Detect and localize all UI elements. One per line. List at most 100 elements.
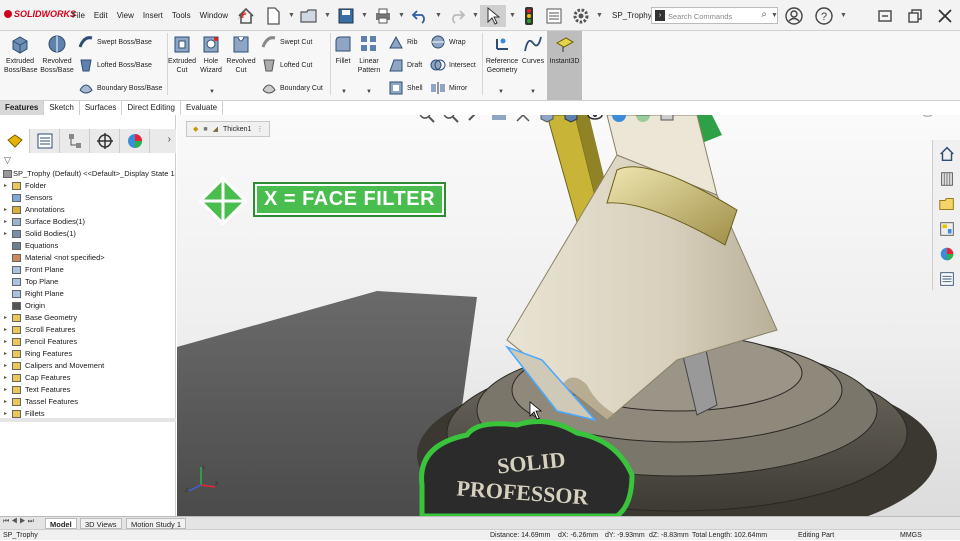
- scroll-first-icon[interactable]: ⏮ ◀ ▶ ⏭: [3, 518, 34, 526]
- tab-evaluate[interactable]: Evaluate: [181, 101, 224, 116]
- redo-icon[interactable]: [446, 5, 468, 27]
- tree-item[interactable]: Equations: [0, 240, 176, 252]
- expand-chevron-icon[interactable]: ▸: [4, 384, 7, 396]
- viewport-restore-icon[interactable]: ⧉: [903, 115, 911, 118]
- tree-item[interactable]: Top Plane: [0, 276, 176, 288]
- undo-dropdown-icon[interactable]: ▼: [435, 12, 442, 19]
- tree-item[interactable]: ▸ Surface Bodies(1): [0, 216, 176, 228]
- open-icon[interactable]: [298, 5, 320, 27]
- breadcrumb[interactable]: ◆ ■ ◢ Thicken1 ⋮: [186, 121, 271, 137]
- expand-chevron-icon[interactable]: ▸: [4, 396, 7, 408]
- redo-dropdown-icon[interactable]: ▼: [472, 12, 479, 19]
- tree-item[interactable]: ▸ Solid Bodies(1): [0, 228, 176, 240]
- curves-button[interactable]: Curves: [520, 33, 546, 66]
- help-icon[interactable]: ?: [813, 5, 835, 27]
- feature-breadcrumb-icon[interactable]: ◢: [213, 125, 218, 133]
- user-account-icon[interactable]: [783, 5, 805, 27]
- design-library-icon[interactable]: [937, 169, 957, 189]
- save-dropdown-icon[interactable]: ▼: [361, 12, 368, 19]
- close-icon[interactable]: [934, 5, 956, 27]
- view-settings-icon[interactable]: [657, 115, 677, 125]
- hide-show-items-icon[interactable]: [585, 115, 605, 125]
- tree-item[interactable]: ▸ Text Features: [0, 384, 176, 396]
- hole-wizard-button[interactable]: Hole Wizard: [197, 33, 225, 75]
- curves-dropdown-icon[interactable]: ▼: [530, 89, 536, 95]
- tab-features[interactable]: Features: [0, 101, 45, 116]
- maximize-icon[interactable]: [904, 5, 926, 27]
- boundary-boss-button[interactable]: Boundary Boss/Base: [78, 78, 162, 98]
- lofted-boss-button[interactable]: Lofted Boss/Base: [78, 55, 152, 75]
- graphics-area[interactable]: SOLID PROFESSOR ◆ ■ ◢ Thicken1 ⋮ X = FAC…: [177, 115, 960, 516]
- status-units[interactable]: MMGS: [900, 530, 922, 541]
- dynamic-annotation-icon[interactable]: [513, 115, 533, 125]
- menu-file[interactable]: File: [72, 11, 85, 20]
- open-dropdown-icon[interactable]: ▼: [324, 12, 331, 19]
- menu-edit[interactable]: Edit: [94, 11, 108, 20]
- select-dropdown-icon[interactable]: ▼: [509, 12, 516, 19]
- menu-insert[interactable]: Insert: [143, 11, 163, 20]
- expand-chevron-icon[interactable]: ▸: [4, 180, 7, 192]
- boundary-cut-button[interactable]: Boundary Cut: [261, 78, 323, 98]
- intersect-button[interactable]: Intersect: [430, 55, 476, 75]
- menu-window[interactable]: Window: [200, 11, 228, 20]
- zoom-area-icon[interactable]: [441, 115, 461, 125]
- menu-view[interactable]: View: [117, 11, 134, 20]
- viewport-maximize-icon[interactable]: ▢: [922, 115, 932, 118]
- breadcrumb-menu-icon[interactable]: ⋮: [256, 125, 263, 133]
- expand-chevron-icon[interactable]: ▸: [4, 324, 7, 336]
- expand-chevron-icon[interactable]: ▸: [4, 216, 7, 228]
- tree-item[interactable]: ▸ Ring Features: [0, 348, 176, 360]
- lofted-cut-button[interactable]: Lofted Cut: [261, 55, 312, 75]
- apply-scene-icon[interactable]: [633, 115, 653, 125]
- display-style-icon[interactable]: [561, 115, 581, 125]
- view-palette-icon[interactable]: [937, 219, 957, 239]
- tab-direct-editing[interactable]: Direct Editing: [122, 101, 181, 116]
- search-dropdown-icon[interactable]: ▼: [771, 12, 778, 19]
- expand-chevron-icon[interactable]: ▸: [4, 360, 7, 372]
- save-icon[interactable]: [335, 5, 357, 27]
- edit-appearance-icon[interactable]: [609, 115, 629, 125]
- tree-item[interactable]: ▸ Pencil Features: [0, 336, 176, 348]
- tree-item[interactable]: Front Plane: [0, 264, 176, 276]
- solidworks-logo[interactable]: SOLIDWORKS: [4, 9, 76, 19]
- part-breadcrumb-icon[interactable]: ◆: [193, 125, 198, 133]
- mirror-button[interactable]: Mirror: [430, 78, 467, 98]
- search-icon[interactable]: ⌕: [761, 9, 767, 20]
- dimxpert-tab-icon[interactable]: [90, 129, 120, 153]
- horizontal-scrollbar[interactable]: [0, 418, 176, 422]
- tree-item[interactable]: ▸ Base Geometry: [0, 312, 176, 324]
- tree-item[interactable]: Origin: [0, 300, 176, 312]
- filter-icon[interactable]: ▽: [4, 155, 11, 166]
- split-view-icon[interactable]: ▭: [880, 115, 890, 118]
- appearances-icon[interactable]: [937, 244, 957, 264]
- tree-item[interactable]: Sensors: [0, 192, 176, 204]
- hole-dropdown-icon[interactable]: ▼: [209, 89, 215, 95]
- shell-button[interactable]: Shell: [388, 78, 423, 98]
- custom-properties-icon[interactable]: [937, 269, 957, 289]
- search-commands-input[interactable]: › Search Commands ⌕: [651, 7, 778, 24]
- new-dropdown-icon[interactable]: ▼: [288, 12, 295, 19]
- undo-icon[interactable]: [409, 5, 431, 27]
- rebuild-icon[interactable]: [518, 5, 540, 27]
- tab-surfaces[interactable]: Surfaces: [80, 101, 123, 116]
- swept-cut-button[interactable]: Swept Cut: [261, 32, 312, 52]
- breadcrumb-label[interactable]: Thicken1: [223, 126, 251, 133]
- help-dropdown-icon[interactable]: ▼: [840, 12, 847, 19]
- expand-chevron-icon[interactable]: ▸: [4, 228, 7, 240]
- tree-item[interactable]: ▸ Scroll Features: [0, 324, 176, 336]
- chevron-right-icon[interactable]: ›: [168, 134, 171, 145]
- tree-item[interactable]: ▸ Annotations: [0, 204, 176, 216]
- extruded-cut-button[interactable]: Extruded Cut: [168, 33, 196, 75]
- menu-tools[interactable]: Tools: [172, 11, 191, 20]
- linear-pattern-button[interactable]: Linear Pattern: [356, 33, 382, 75]
- file-properties-icon[interactable]: [543, 5, 565, 27]
- draft-button[interactable]: Draft: [388, 55, 422, 75]
- tree-root-part[interactable]: SP_Trophy (Default) <<Default>_Display S…: [0, 168, 176, 180]
- instant3d-button[interactable]: Instant3D: [547, 31, 582, 100]
- wrap-button[interactable]: Wrap: [430, 32, 466, 52]
- property-manager-tab-icon[interactable]: [30, 129, 60, 153]
- feature-manager-tab-icon[interactable]: [0, 129, 30, 153]
- expand-chevron-icon[interactable]: ▸: [4, 348, 7, 360]
- tree-item[interactable]: ▸ Tassel Features: [0, 396, 176, 408]
- reference-geometry-button[interactable]: Reference Geometry: [484, 33, 520, 75]
